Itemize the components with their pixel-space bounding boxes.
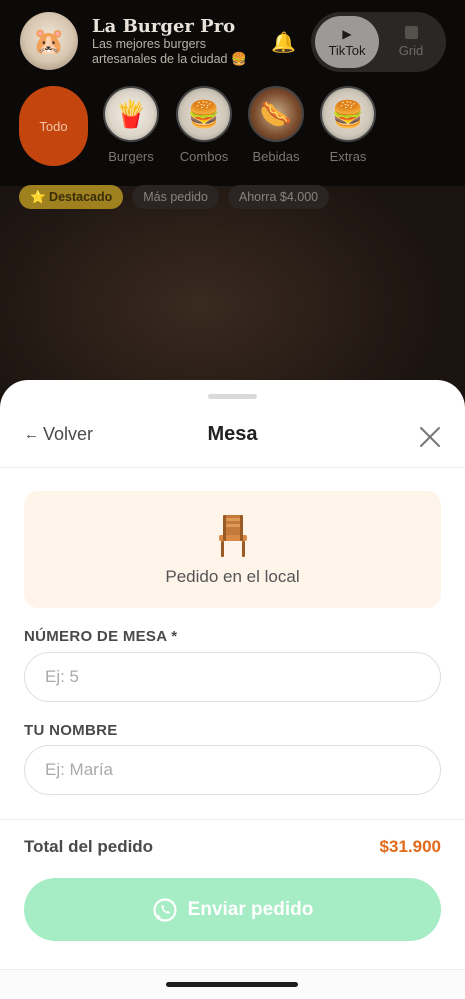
toggle-grid[interactable]: Grid: [379, 16, 443, 68]
hotdog-image: 🌭: [248, 86, 304, 142]
category-label: Burgers: [108, 149, 154, 164]
grid-icon: [404, 26, 418, 39]
chair-icon: [218, 514, 247, 557]
category-combos[interactable]: 🍔 Combos: [176, 86, 232, 164]
featured-tag: ⭐ Destacado: [19, 185, 124, 209]
category-todo[interactable]: Todo: [19, 86, 88, 166]
table-number-label: NÚMERO DE MESA *: [24, 628, 178, 645]
local-order-card: Pedido en el local: [24, 491, 441, 608]
category-bebidas[interactable]: 🌭 Bebidas: [248, 86, 304, 164]
play-icon: ▶: [342, 26, 352, 41]
order-sheet: ← Volver Mesa Pedido en el local NÚMERO …: [0, 380, 465, 999]
category-label: Extras: [329, 149, 367, 164]
name-label: TU NOMBRE: [24, 722, 118, 739]
local-order-label: Pedido en el local: [165, 566, 300, 586]
category-label: Combos: [179, 149, 229, 164]
fries-image: 🍟: [103, 86, 159, 142]
name-input[interactable]: [24, 745, 441, 795]
product-tags: ⭐ Destacado Más pedido Ahorra $4.000: [19, 185, 330, 209]
burger-image: 🍔: [176, 86, 232, 142]
category-label: Todo: [39, 118, 68, 134]
view-toggle: ▶ TikTok Grid: [311, 12, 446, 72]
toggle-tiktok-label: TikTok: [328, 42, 366, 58]
category-bar: Todo 🍟 Burgers 🍔 Combos 🌭 Bebidas 🍔 Extr…: [19, 86, 465, 168]
home-indicator: [166, 982, 298, 987]
send-order-button[interactable]: Enviar pedido: [24, 878, 441, 941]
category-label: Bebidas: [252, 149, 300, 164]
total-label: Total del pedido: [24, 837, 154, 856]
toggle-grid-label: Grid: [398, 43, 424, 58]
bell-icon[interactable]: 🔔: [271, 30, 296, 55]
brand-logo: 🐹: [20, 12, 78, 70]
bottom-safe-area: [0, 969, 465, 999]
brand-title: La Burger Pro: [92, 16, 236, 37]
sheet-grabber[interactable]: [208, 394, 257, 399]
table-number-input[interactable]: [24, 652, 441, 702]
total-value: $31.900: [379, 837, 441, 856]
category-extras[interactable]: 🍔 Extras: [320, 86, 376, 164]
order-total: Total del pedido $31.900: [0, 819, 465, 856]
popular-tag: Más pedido: [132, 185, 219, 209]
brand-subtitle: Las mejores burgers artesanales de la ci…: [92, 37, 247, 66]
whatsapp-icon: [153, 897, 177, 922]
sheet-title: Mesa: [207, 423, 258, 445]
category-burgers[interactable]: 🍟 Burgers: [103, 86, 159, 164]
toggle-tiktok[interactable]: ▶ TikTok: [315, 16, 379, 68]
savings-tag: Ahorra $4.000: [227, 185, 330, 209]
app-header: 🐹 La Burger Pro Las mejores burgers arte…: [0, 0, 465, 186]
close-icon[interactable]: [417, 424, 443, 450]
burger-image: 🍔: [320, 86, 376, 142]
sheet-header: ← Volver Mesa: [0, 410, 465, 468]
send-order-label: Enviar pedido: [187, 898, 314, 920]
